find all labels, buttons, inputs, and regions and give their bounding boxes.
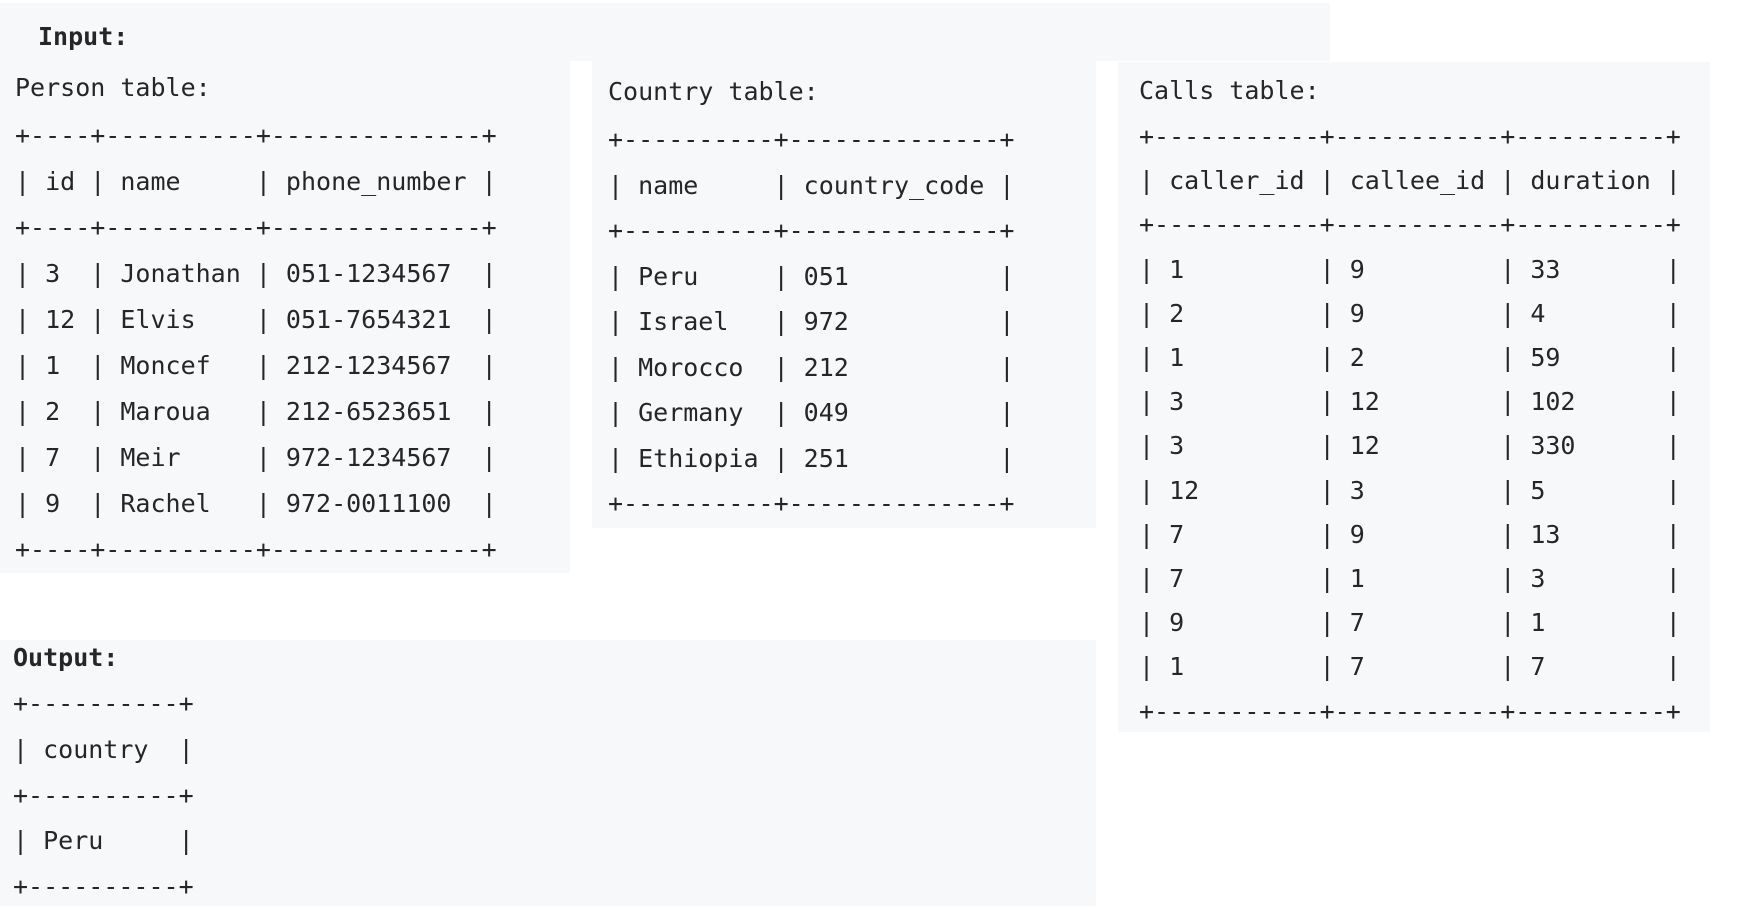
country-table-text: +----------+--------------+ | name | cou… (608, 125, 1015, 518)
output-table: +----------+ | country | +----------+ | … (13, 681, 194, 910)
calls-table-text: +-----------+-----------+----------+ | c… (1139, 122, 1681, 726)
input-header-panel (0, 3, 1330, 61)
input-label: Input: (38, 22, 129, 51)
output-label: Output: (13, 643, 119, 672)
person-table-title: Person table: (15, 73, 211, 102)
calls-table: +-----------+-----------+----------+ | c… (1139, 115, 1681, 734)
calls-table-title: Calls table: (1139, 76, 1320, 105)
output-table-text: +----------+ | country | +----------+ | … (13, 689, 194, 902)
person-table-text: +----+----------+--------------+ | id | … (15, 121, 497, 564)
country-table: +----------+--------------+ | name | cou… (608, 117, 1014, 527)
country-table-title: Country table: (608, 77, 819, 106)
person-table: +----+----------+--------------+ | id | … (15, 113, 497, 573)
